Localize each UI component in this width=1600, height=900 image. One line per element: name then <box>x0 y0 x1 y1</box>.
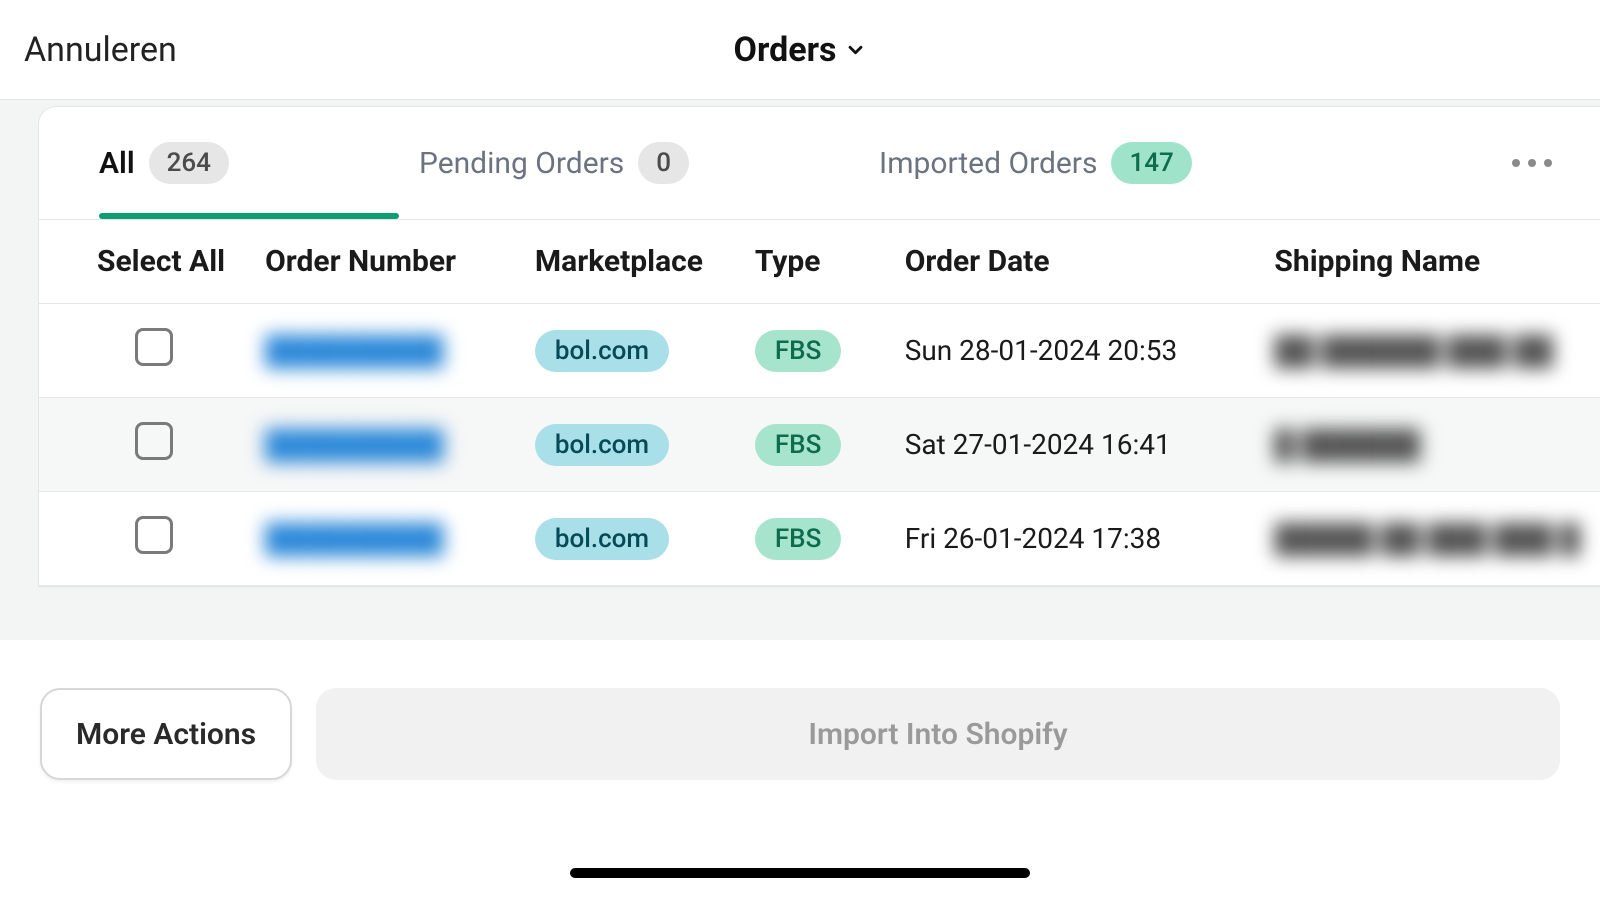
chevron-down-icon <box>845 39 867 61</box>
table-header-row: Select All Order Number Marketplace Type… <box>39 220 1600 304</box>
tab-all-count: 264 <box>149 142 229 184</box>
top-bar: Annuleren Orders <box>0 0 1600 100</box>
order-number[interactable]: █████████ <box>265 334 444 367</box>
tab-pending-label: Pending Orders <box>419 146 624 181</box>
type-badge: FBS <box>755 330 841 372</box>
tab-all[interactable]: All 264 <box>99 142 229 184</box>
orders-table: Select All Order Number Marketplace Type… <box>39 219 1600 586</box>
col-marketplace[interactable]: Marketplace <box>515 220 735 304</box>
col-order-date[interactable]: Order Date <box>885 220 1255 304</box>
tab-imported-label: Imported Orders <box>879 146 1097 181</box>
shipping-name: █████ ██ ███ ███ █ <box>1274 522 1580 555</box>
home-indicator[interactable] <box>570 868 1030 878</box>
table-row[interactable]: █████████ bol.com FBS Sat 27-01-2024 16:… <box>39 398 1600 492</box>
cancel-button[interactable]: Annuleren <box>24 30 177 70</box>
marketplace-badge: bol.com <box>535 330 669 372</box>
tab-all-label: All <box>99 146 135 181</box>
order-number[interactable]: █████████ <box>265 428 444 461</box>
tab-imported[interactable]: Imported Orders 147 <box>879 142 1192 184</box>
active-tab-underline <box>99 213 399 219</box>
row-checkbox[interactable] <box>135 328 173 366</box>
table-row[interactable]: █████████ bol.com FBS Fri 26-01-2024 17:… <box>39 492 1600 586</box>
marketplace-badge: bol.com <box>535 518 669 560</box>
row-checkbox[interactable] <box>135 516 173 554</box>
marketplace-badge: bol.com <box>535 424 669 466</box>
import-into-shopify-button[interactable]: Import Into Shopify <box>316 688 1560 780</box>
row-checkbox[interactable] <box>135 422 173 460</box>
footer-actions: More Actions Import Into Shopify <box>0 640 1600 900</box>
order-date: Sun 28-01-2024 20:53 <box>885 304 1255 398</box>
shipping-name: █ ██████ <box>1274 428 1420 461</box>
more-tabs-icon[interactable] <box>1504 151 1560 175</box>
more-actions-button[interactable]: More Actions <box>40 688 292 780</box>
col-select-all[interactable]: Select All <box>39 220 245 304</box>
table-row[interactable]: █████████ bol.com FBS Sun 28-01-2024 20:… <box>39 304 1600 398</box>
type-badge: FBS <box>755 424 841 466</box>
tab-pending[interactable]: Pending Orders 0 <box>419 142 689 184</box>
order-date: Sat 27-01-2024 16:41 <box>885 398 1255 492</box>
shipping-name: ██ ██████ ███ ██ <box>1274 334 1553 367</box>
col-shipping-name[interactable]: Shipping Name <box>1254 220 1600 304</box>
page-title-dropdown[interactable]: Orders <box>734 30 867 70</box>
tab-pending-count: 0 <box>638 142 689 184</box>
col-order-number[interactable]: Order Number <box>245 220 515 304</box>
order-date: Fri 26-01-2024 17:38 <box>885 492 1255 586</box>
order-number[interactable]: █████████ <box>265 522 444 555</box>
tab-imported-count: 147 <box>1111 142 1191 184</box>
col-type[interactable]: Type <box>735 220 885 304</box>
body-area: All 264 Pending Orders 0 Imported Orders… <box>0 100 1600 900</box>
page-title-text: Orders <box>734 30 837 70</box>
tabs-row: All 264 Pending Orders 0 Imported Orders… <box>39 107 1600 219</box>
orders-card: All 264 Pending Orders 0 Imported Orders… <box>38 106 1600 587</box>
type-badge: FBS <box>755 518 841 560</box>
